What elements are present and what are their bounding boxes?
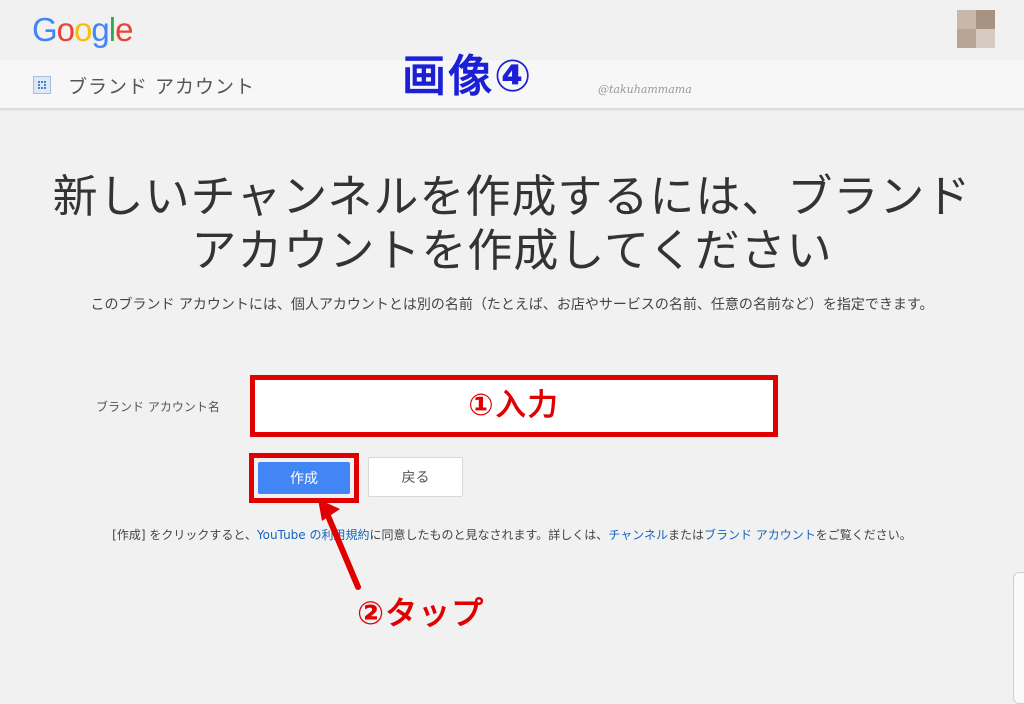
logo-letter-e: e [115, 11, 133, 48]
tap-annotation: ②タップ [357, 594, 485, 632]
annotation-arrow-icon [318, 499, 361, 590]
overlay-image-number: 画像④ [402, 51, 534, 102]
terms-part-1: [作成] をクリックすると、 [112, 528, 257, 542]
terms-part-2: に同意したものと見なされます。詳しくは、 [369, 528, 609, 542]
input-highlight-box: ①入力 [250, 375, 778, 437]
brand-account-icon [33, 76, 51, 94]
brand-account-link[interactable]: ブランド アカウント [704, 528, 816, 542]
page-heading: 新しいチャンネルを作成するには、ブランド アカウントを作成してください [0, 170, 1024, 278]
logo-letter-g2: g [91, 11, 109, 48]
heading-line-1: 新しいチャンネルを作成するには、ブランド [52, 170, 972, 223]
page-description: このブランド アカウントには、個人アカウントとは別の名前（たとえば、お店やサービ… [90, 297, 934, 313]
create-button[interactable]: 作成 [258, 462, 350, 494]
terms-text: [作成] をクリックすると、YouTube の利用規約に同意したものと見なされま… [0, 526, 1024, 543]
google-logo[interactable]: Google [32, 10, 133, 50]
logo-letter-o2: o [74, 11, 92, 48]
heading-line-2: アカウントを作成してください [191, 224, 833, 277]
brand-account-name-input[interactable] [255, 380, 773, 432]
avatar[interactable] [957, 10, 995, 48]
brand-account-name-label: ブランド アカウント名 [96, 400, 220, 414]
back-button[interactable]: 戻る [368, 457, 463, 497]
logo-letter-o1: o [56, 11, 75, 48]
terms-part-3: または [667, 528, 704, 542]
channel-link[interactable]: チャンネル [608, 528, 668, 542]
watermark: @takuhammama [598, 83, 692, 96]
scroll-handle[interactable] [1013, 572, 1024, 704]
logo-letter-g: G [32, 11, 58, 48]
terms-part-4: をご覧ください。 [815, 528, 912, 542]
page-section-title: ブランド アカウント [68, 76, 256, 98]
